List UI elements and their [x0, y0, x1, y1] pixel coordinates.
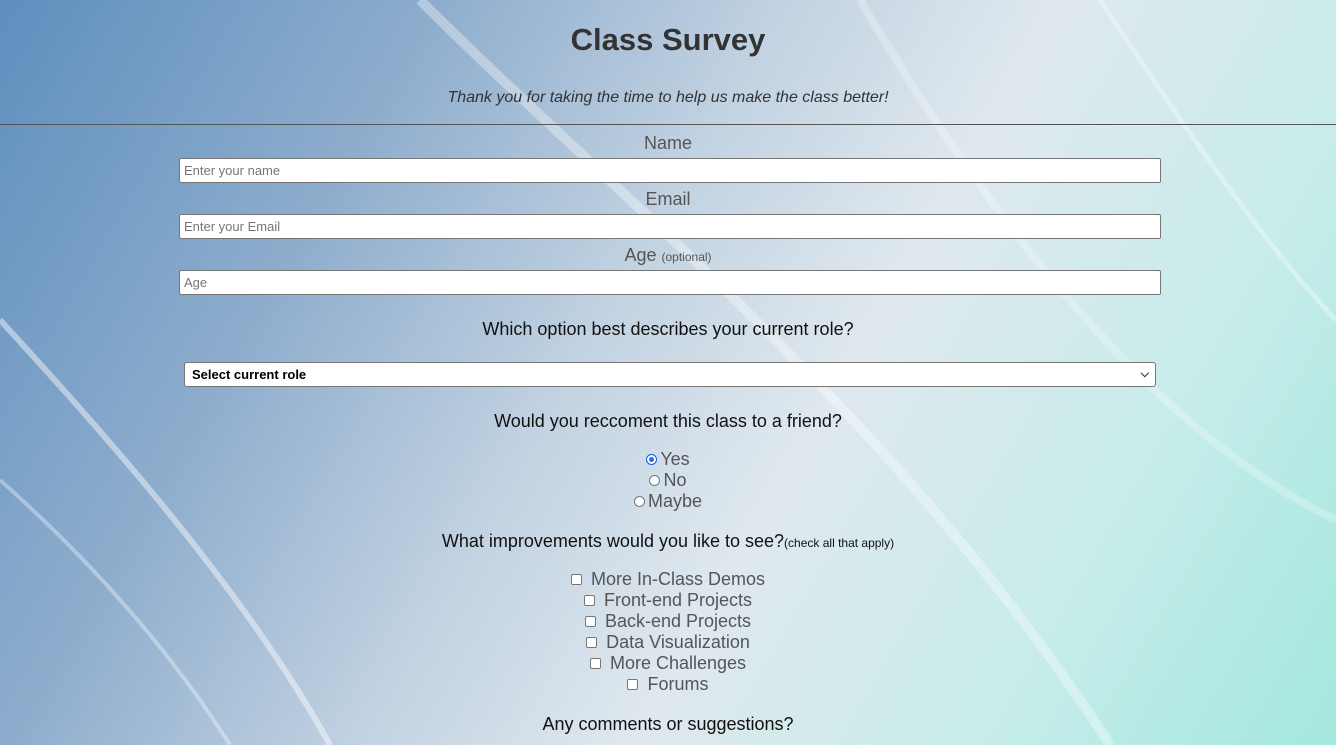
- checkbox-option-challenges[interactable]: More Challenges: [0, 653, 1336, 674]
- survey-page: Class Survey Thank you for taking the ti…: [0, 0, 1336, 745]
- recommend-question: Would you reccoment this class to a frie…: [0, 411, 1336, 432]
- checkbox-label: Back-end Projects: [604, 611, 752, 631]
- radio-label: Maybe: [647, 491, 703, 511]
- checkbox-label: More Challenges: [609, 653, 747, 673]
- comments-question-text: Any comments or suggestions?: [542, 714, 794, 734]
- checkbox-label: Data Visualization: [606, 632, 750, 652]
- email-label: Email: [0, 189, 1336, 210]
- page-title: Class Survey: [570, 22, 766, 57]
- radio-option-no[interactable]: No: [0, 470, 1336, 491]
- age-label: Age (optional): [0, 245, 1336, 266]
- checkbox-option-backend[interactable]: Back-end Projects: [0, 611, 1336, 632]
- role-select-value: Select current role: [192, 367, 307, 382]
- radio-button-checked[interactable]: [646, 454, 658, 465]
- email-input[interactable]: [179, 214, 1161, 239]
- checkbox-option-frontend[interactable]: Front-end Projects: [0, 590, 1336, 611]
- chevron-down-icon: ⌵: [1140, 368, 1149, 380]
- improvements-hint: (check all that apply): [784, 536, 895, 550]
- age-label-text: Age: [624, 245, 657, 265]
- radio-option-yes[interactable]: Yes: [0, 449, 1336, 470]
- checkbox[interactable]: [589, 658, 601, 669]
- role-question: Which option best describes your current…: [0, 319, 1336, 340]
- radio-button[interactable]: [649, 475, 661, 486]
- page-header: Class Survey Thank you for taking the ti…: [0, 0, 1336, 125]
- age-input[interactable]: [179, 270, 1161, 295]
- checkbox[interactable]: [627, 679, 639, 690]
- checkbox-label: Forums: [647, 674, 709, 694]
- checkbox[interactable]: [584, 616, 596, 627]
- checkbox-option-demos[interactable]: More In-Class Demos: [0, 569, 1336, 590]
- radio-option-maybe[interactable]: Maybe: [0, 491, 1336, 512]
- checkbox[interactable]: [583, 595, 595, 606]
- recommend-question-text: Would you reccoment this class to a frie…: [494, 411, 842, 431]
- radio-button[interactable]: [633, 496, 645, 507]
- improvements-question-text: What improvements would you like to see?: [441, 531, 785, 551]
- page-subtitle: Thank you for taking the time to help us…: [447, 89, 889, 106]
- checkbox-option-forums[interactable]: Forums: [0, 674, 1336, 695]
- age-optional-hint: (optional): [661, 250, 712, 264]
- radio-label: No: [663, 470, 687, 490]
- role-question-text: Which option best describes your current…: [482, 319, 854, 339]
- name-label-text: Name: [643, 133, 692, 153]
- email-label-text: Email: [645, 189, 691, 209]
- radio-label: Yes: [660, 449, 690, 469]
- name-label: Name: [0, 133, 1336, 154]
- checkbox-option-dataviz[interactable]: Data Visualization: [0, 632, 1336, 653]
- comments-question: Any comments or suggestions?: [0, 714, 1336, 735]
- checkbox-label: Front-end Projects: [603, 590, 753, 610]
- checkbox[interactable]: [570, 574, 582, 585]
- checkbox[interactable]: [586, 637, 598, 648]
- checkbox-label: More In-Class Demos: [590, 569, 766, 589]
- improvements-question: What improvements would you like to see?…: [0, 531, 1336, 552]
- role-select[interactable]: Select current role ⌵: [184, 362, 1156, 387]
- name-input[interactable]: [179, 158, 1161, 183]
